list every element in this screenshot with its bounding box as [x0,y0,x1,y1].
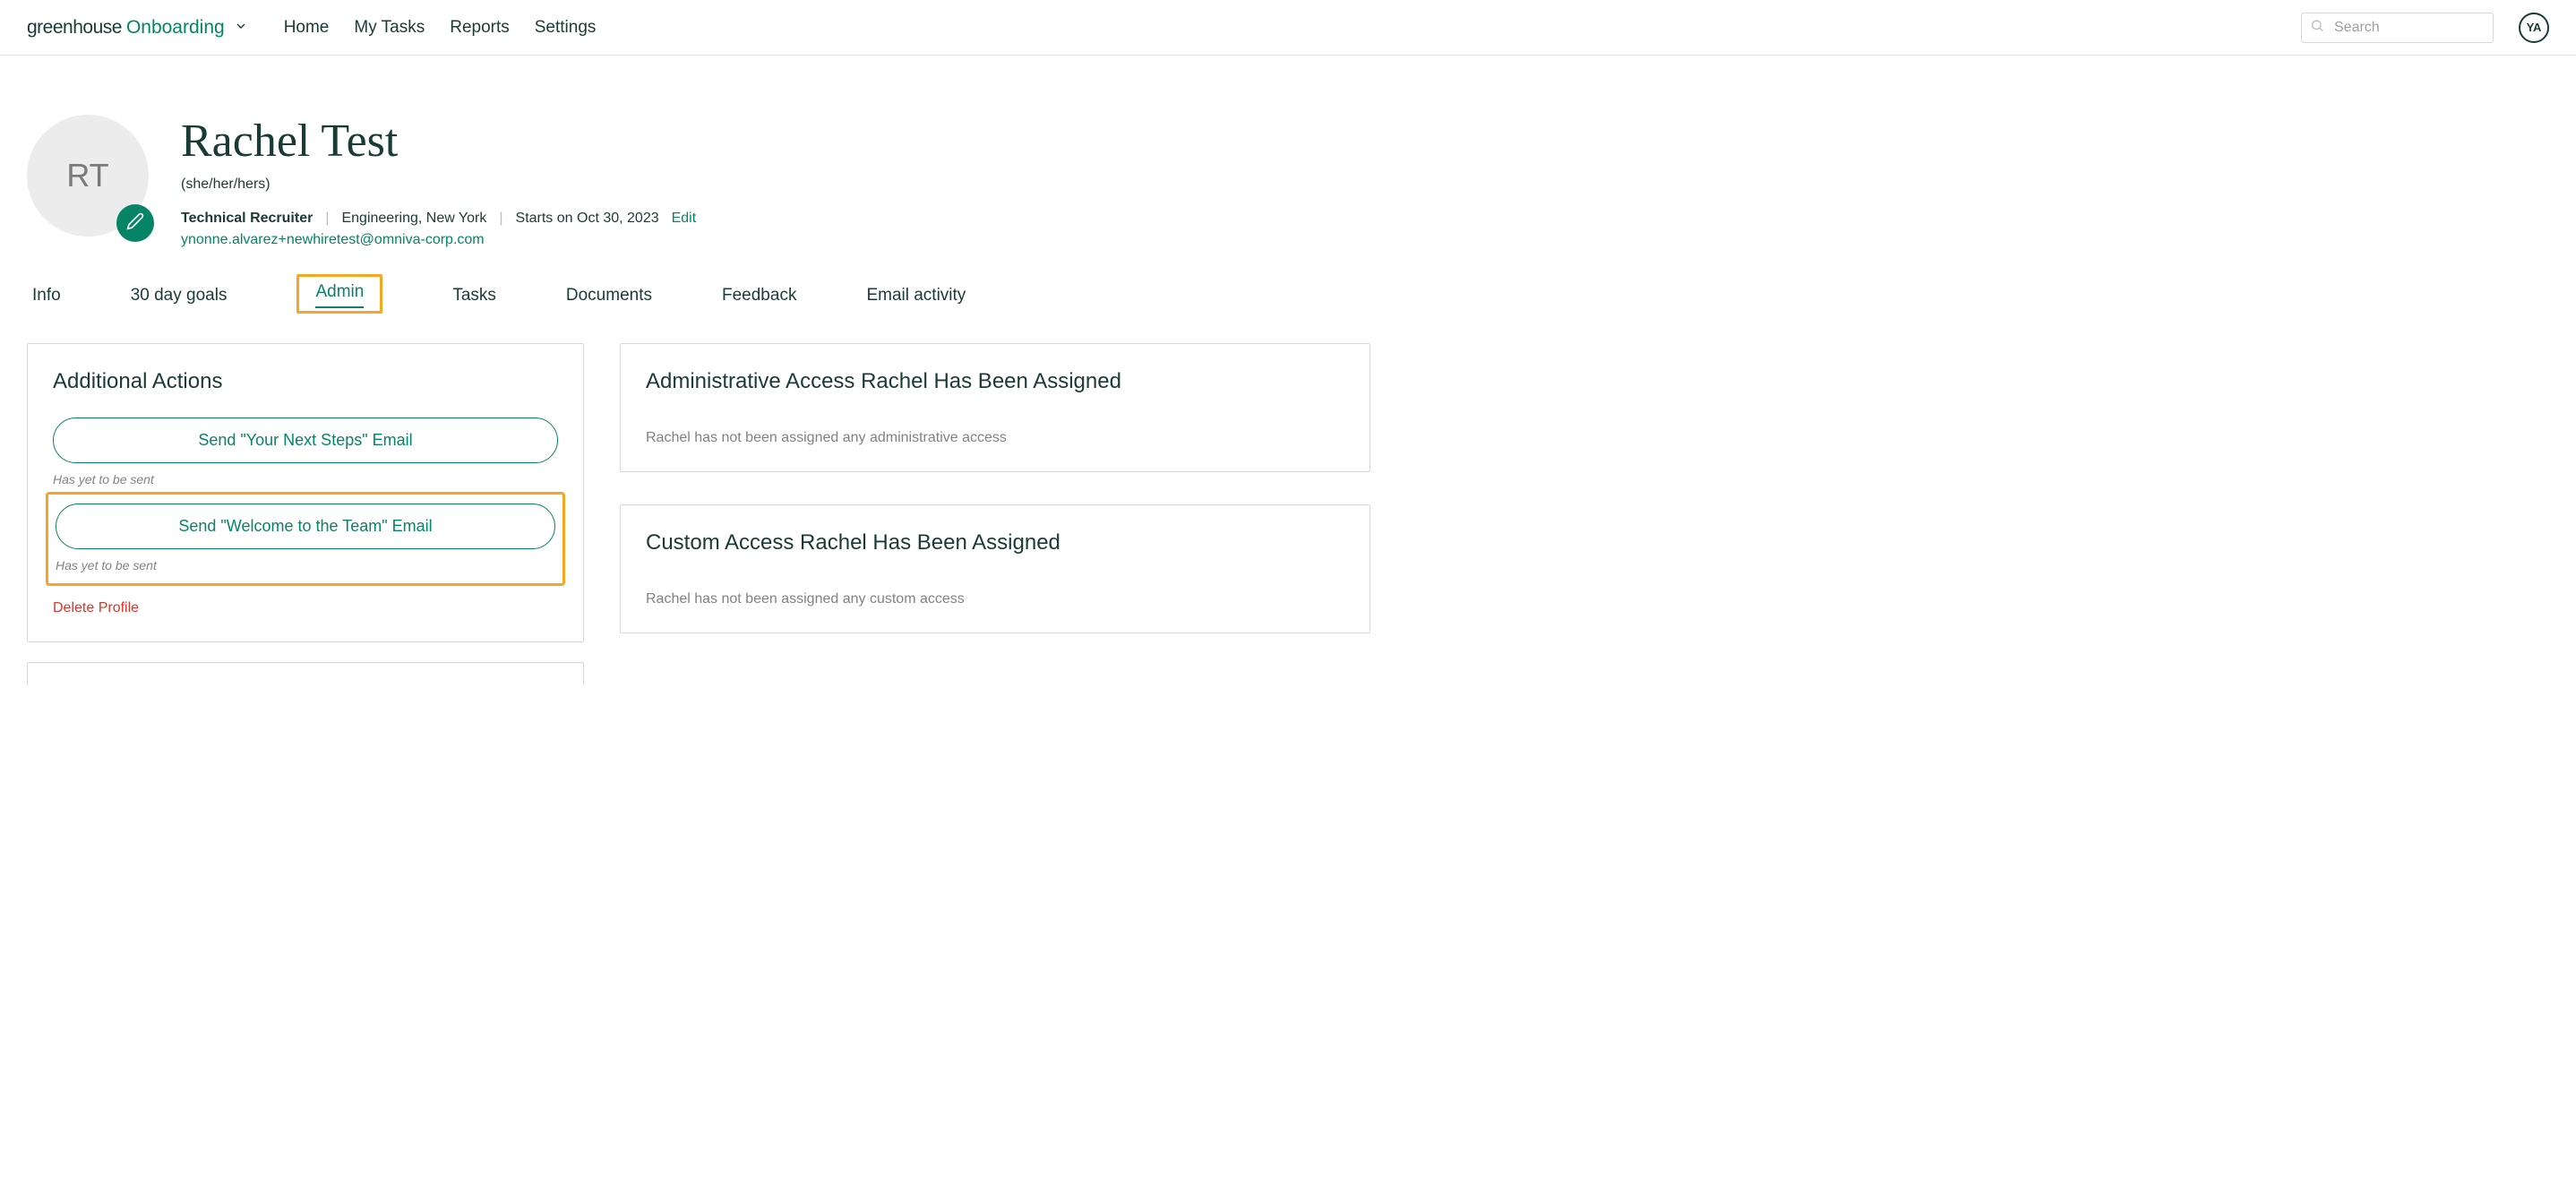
profile-name: Rachel Test [181,115,696,168]
edit-profile-link[interactable]: Edit [672,211,697,227]
user-avatar-initials: YA [2527,21,2542,34]
stub-panel-left [27,662,584,685]
tab-info[interactable]: Info [32,282,61,322]
pencil-icon [126,212,144,235]
custom-access-body: Rachel has not been assigned any custom … [646,591,1344,607]
tab-admin[interactable]: Admin [315,282,364,308]
next-steps-status: Has yet to be sent [53,472,558,486]
profile-pronouns: (she/her/hers) [181,176,696,193]
search-input[interactable] [2301,13,2494,43]
profile-location: Engineering, New York [341,211,486,227]
profile-meta: Technical Recruiter | Engineering, New Y… [181,211,696,227]
custom-access-heading: Custom Access Rachel Has Been Assigned [646,530,1344,555]
user-avatar[interactable]: YA [2519,13,2549,43]
profile-start-date: Starts on Oct 30, 2023 [516,211,659,227]
custom-access-panel: Custom Access Rachel Has Been Assigned R… [620,504,1370,633]
brand-name: greenhouse [27,17,122,39]
profile-email-link[interactable]: ynonne.alvarez+newhiretest@omniva-corp.c… [181,232,485,248]
profile-initials: RT [66,157,108,194]
delete-profile-link[interactable]: Delete Profile [53,600,139,616]
nav-home[interactable]: Home [284,18,330,38]
tab-30-day-goals[interactable]: 30 day goals [131,282,228,322]
meta-divider: | [325,211,329,227]
nav-links: Home My Tasks Reports Settings [284,18,597,38]
tab-documents[interactable]: Documents [566,282,652,322]
send-welcome-button[interactable]: Send "Welcome to the Team" Email [56,504,555,549]
avatar-large-wrap: RT [27,115,149,237]
tab-admin-highlight: Admin [296,274,382,314]
admin-access-body: Rachel has not been assigned any adminis… [646,430,1344,446]
nav-reports[interactable]: Reports [450,18,510,38]
tab-feedback[interactable]: Feedback [722,282,796,322]
profile-header: RT Rachel Test (she/her/hers) Technical … [27,115,1370,248]
profile-info: Rachel Test (she/her/hers) Technical Rec… [181,115,696,248]
additional-actions-heading: Additional Actions [53,369,558,394]
top-nav: greenhouse Onboarding Home My Tasks Repo… [0,0,2576,56]
nav-settings[interactable]: Settings [535,18,597,38]
admin-access-heading: Administrative Access Rachel Has Been As… [646,369,1344,394]
admin-access-panel: Administrative Access Rachel Has Been As… [620,343,1370,472]
meta-divider: | [499,211,502,227]
brand-product: Onboarding [126,17,225,39]
brand-logo[interactable]: greenhouse Onboarding [27,17,248,39]
chevron-down-icon[interactable] [234,19,248,33]
additional-actions-panel: Additional Actions Send "Your Next Steps… [27,343,584,642]
tab-email-activity[interactable]: Email activity [866,282,966,322]
welcome-status: Has yet to be sent [56,558,555,572]
search-icon [2310,18,2324,37]
tab-tasks[interactable]: Tasks [452,282,496,322]
search-wrap [2301,13,2494,43]
profile-title: Technical Recruiter [181,211,313,227]
nav-my-tasks[interactable]: My Tasks [354,18,425,38]
send-next-steps-button[interactable]: Send "Your Next Steps" Email [53,418,558,463]
welcome-highlight-box: Send "Welcome to the Team" Email Has yet… [46,492,565,586]
edit-avatar-button[interactable] [116,204,154,242]
profile-tabs: Info 30 day goals Admin Tasks Documents … [32,282,1370,322]
